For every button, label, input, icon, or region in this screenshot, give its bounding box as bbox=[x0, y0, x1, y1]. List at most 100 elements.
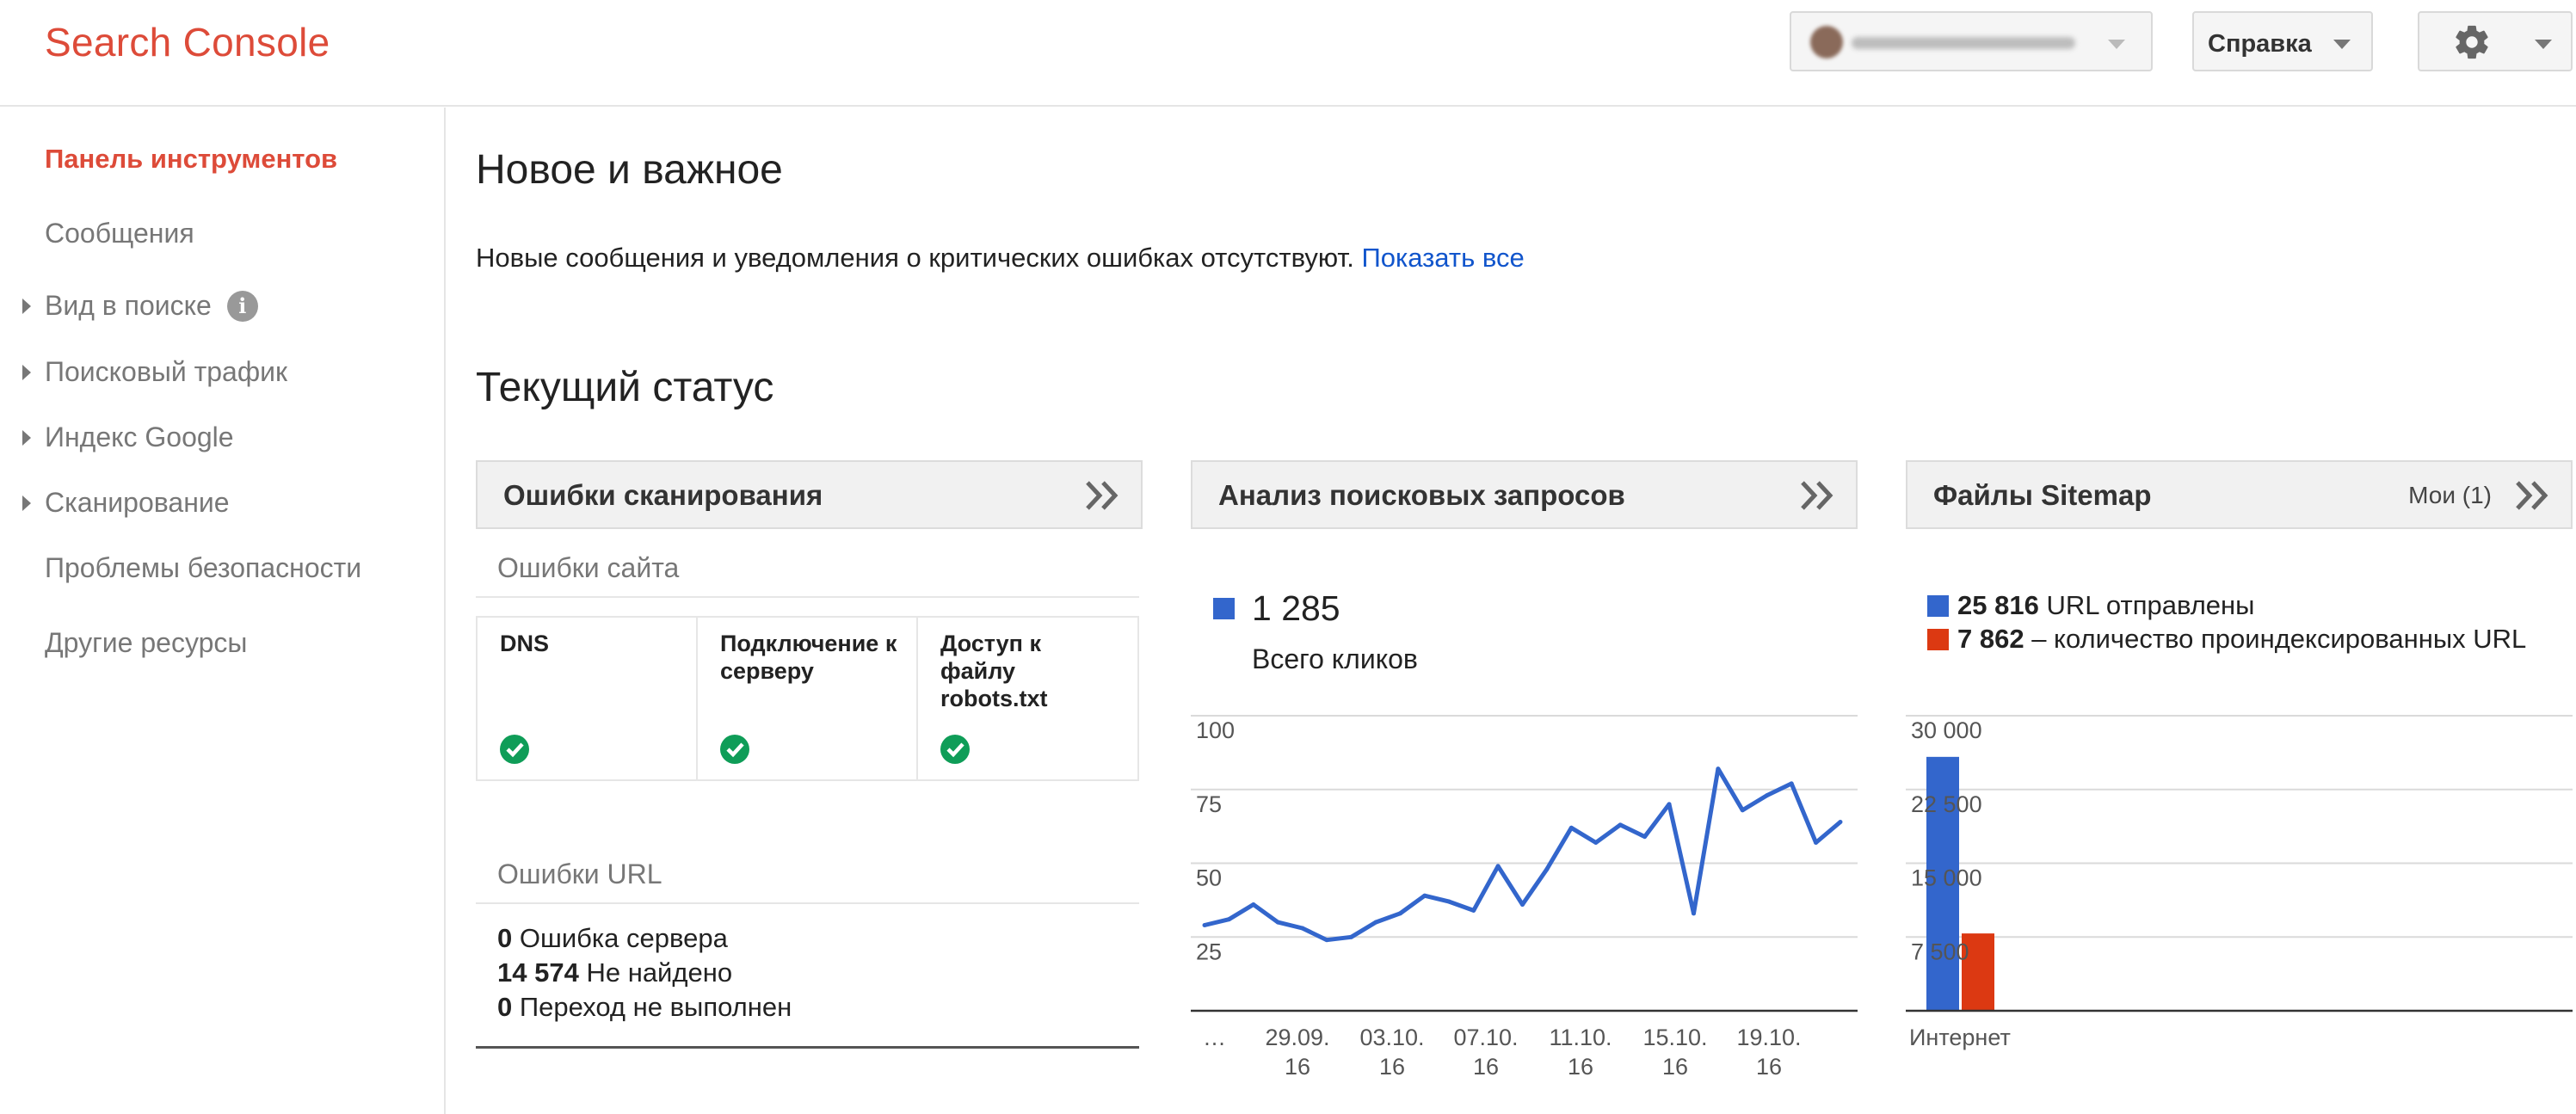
y-tick-label: 30 000 bbox=[1911, 717, 1982, 743]
card-bottom-border bbox=[476, 1046, 1139, 1049]
error-cell-server-connection[interactable]: Подключение к серверу bbox=[698, 618, 918, 779]
sidebar-item-security-issues[interactable]: Проблемы безопасности bbox=[45, 552, 361, 584]
x-tick-label: … bbox=[1203, 1025, 1226, 1050]
data-point bbox=[1251, 902, 1256, 908]
checkmark-icon bbox=[500, 735, 529, 764]
sidebar-item-google-index[interactable]: Индекс Google bbox=[45, 422, 234, 453]
new-and-important-heading: Новое и важное bbox=[476, 147, 783, 193]
url-error-label: Ошибка сервера bbox=[519, 923, 728, 953]
url-error-label: Переход не выполнен bbox=[519, 992, 792, 1022]
y-tick-label: 25 bbox=[1196, 939, 1222, 964]
clicks-line-chart[interactable]: 100 75 50 25 … 29.09. 16 03.10. 16 07.10. 16 11.10.… bbox=[1191, 705, 1858, 1084]
submitted-legend: 25 816 URL отправлены bbox=[1957, 590, 2254, 621]
data-point bbox=[1202, 923, 1207, 928]
x-tick-label: 16 bbox=[1568, 1054, 1593, 1080]
help-button[interactable]: Справка bbox=[2192, 11, 2373, 71]
data-point bbox=[1568, 825, 1574, 830]
data-point bbox=[1789, 781, 1794, 786]
indexed-label: – количество проиндексированных URL bbox=[2031, 624, 2527, 654]
data-point bbox=[1642, 834, 1648, 840]
expand-triangle-icon[interactable] bbox=[22, 299, 31, 314]
x-category-label: Интернет bbox=[1909, 1025, 2011, 1050]
checkmark-icon bbox=[720, 735, 749, 764]
data-point bbox=[1373, 920, 1378, 925]
x-tick-label: 11.10. bbox=[1549, 1025, 1612, 1050]
sitemaps-bar-chart[interactable]: 30 000 22 500 15 000 7 500 Интернет bbox=[1906, 705, 2573, 1084]
url-error-count: 0 bbox=[497, 923, 513, 953]
clicks-legend-swatch bbox=[1213, 598, 1235, 619]
data-point bbox=[1814, 840, 1819, 845]
data-point bbox=[1838, 819, 1843, 824]
data-point bbox=[1520, 902, 1525, 908]
indexed-count: 7 862 bbox=[1957, 624, 2024, 654]
url-error-row[interactable]: 0 Переход не выполнен bbox=[497, 990, 792, 1025]
sidebar-item-messages[interactable]: Сообщения bbox=[45, 218, 194, 249]
info-icon[interactable]: i bbox=[226, 291, 258, 322]
total-clicks-label: Всего кликов bbox=[1252, 643, 1418, 674]
sidebar-item-label: Вид в поиске bbox=[45, 290, 212, 321]
sidebar-item-search-traffic[interactable]: Поисковый трафик bbox=[45, 356, 287, 388]
site-errors-label: Ошибки сайта bbox=[497, 552, 680, 583]
data-point bbox=[1593, 840, 1599, 845]
card-title: Анализ поисковых запросов bbox=[1218, 479, 1625, 511]
indexed-legend-swatch bbox=[1927, 629, 1949, 650]
site-url-blurred bbox=[1852, 37, 2075, 49]
data-point bbox=[1495, 864, 1501, 869]
top-bar: Search Console Справка bbox=[0, 0, 2576, 107]
double-chevron-right-icon[interactable] bbox=[2514, 479, 2552, 512]
sidebar-item-other-resources[interactable]: Другие ресурсы bbox=[45, 627, 247, 659]
data-point bbox=[1544, 866, 1550, 871]
y-tick-label: 75 bbox=[1196, 791, 1222, 817]
notice-line: Новые сообщения и уведомления о критичес… bbox=[476, 243, 1525, 274]
url-errors-label: Ошибки URL bbox=[497, 859, 662, 889]
settings-button[interactable] bbox=[2418, 11, 2573, 71]
x-tick-label: 07.10. bbox=[1453, 1025, 1518, 1050]
y-tick-label: 22 500 bbox=[1911, 791, 1982, 817]
data-point bbox=[1226, 917, 1231, 922]
double-chevron-right-icon[interactable] bbox=[1799, 479, 1837, 512]
expand-triangle-icon[interactable] bbox=[22, 430, 31, 446]
crawl-errors-card-header[interactable]: Ошибки сканирования bbox=[476, 460, 1143, 529]
sidebar-item-crawl[interactable]: Сканирование bbox=[45, 487, 230, 519]
url-error-row[interactable]: 0 Ошибка сервера bbox=[497, 921, 792, 956]
x-tick-label: 15.10. bbox=[1642, 1025, 1707, 1050]
x-tick-label: 19.10. bbox=[1736, 1025, 1801, 1050]
chevron-down-icon bbox=[2108, 40, 2125, 49]
data-point bbox=[1716, 766, 1721, 772]
sitemaps-mine-count[interactable]: Мои (1) bbox=[2408, 482, 2492, 509]
clicks-line-series bbox=[1204, 766, 1842, 943]
search-analytics-card-header[interactable]: Анализ поисковых запросов bbox=[1191, 460, 1858, 529]
card-title: Ошибки сканирования bbox=[503, 479, 823, 511]
double-chevron-right-icon[interactable] bbox=[1084, 479, 1122, 512]
sidebar-item-dashboard[interactable]: Панель инструментов bbox=[45, 144, 337, 175]
expand-triangle-icon[interactable] bbox=[22, 495, 31, 511]
sidebar-item-search-appearance[interactable]: Вид в поиске i bbox=[45, 290, 258, 322]
divider bbox=[476, 902, 1139, 904]
data-point bbox=[1691, 911, 1696, 916]
site-selector[interactable] bbox=[1790, 11, 2153, 71]
data-point bbox=[1300, 926, 1305, 931]
chevron-down-icon bbox=[2535, 40, 2552, 49]
data-point bbox=[1618, 822, 1623, 828]
divider bbox=[476, 596, 1139, 598]
expand-triangle-icon[interactable] bbox=[22, 365, 31, 380]
url-error-label: Не найдено bbox=[586, 957, 733, 988]
error-cell-robots-txt[interactable]: Доступ к файлу robots.txt bbox=[918, 618, 1137, 779]
url-error-count: 14 574 bbox=[497, 957, 579, 988]
sidebar: Панель инструментов Сообщения Вид в поис… bbox=[0, 108, 446, 1114]
submitted-label: URL отправлены bbox=[2046, 590, 2255, 620]
show-all-link[interactable]: Показать все bbox=[1361, 243, 1524, 273]
url-error-row[interactable]: 14 574 Не найдено bbox=[497, 956, 792, 990]
y-tick-label: 7 500 bbox=[1911, 939, 1969, 964]
indexed-legend: 7 862 – количество проиндексированных UR… bbox=[1957, 624, 2526, 655]
y-tick-label: 100 bbox=[1196, 717, 1235, 743]
data-point bbox=[1397, 911, 1402, 916]
sitemaps-card-header[interactable]: Файлы Sitemap Мои (1) bbox=[1906, 460, 2573, 529]
x-tick-label: 16 bbox=[1662, 1054, 1688, 1080]
data-point bbox=[1422, 893, 1427, 898]
error-cell-dns[interactable]: DNS bbox=[478, 618, 698, 779]
data-point bbox=[1349, 934, 1354, 939]
x-tick-label: 16 bbox=[1756, 1054, 1782, 1080]
brand-logo[interactable]: Search Console bbox=[45, 19, 330, 65]
gear-icon bbox=[2456, 25, 2488, 59]
